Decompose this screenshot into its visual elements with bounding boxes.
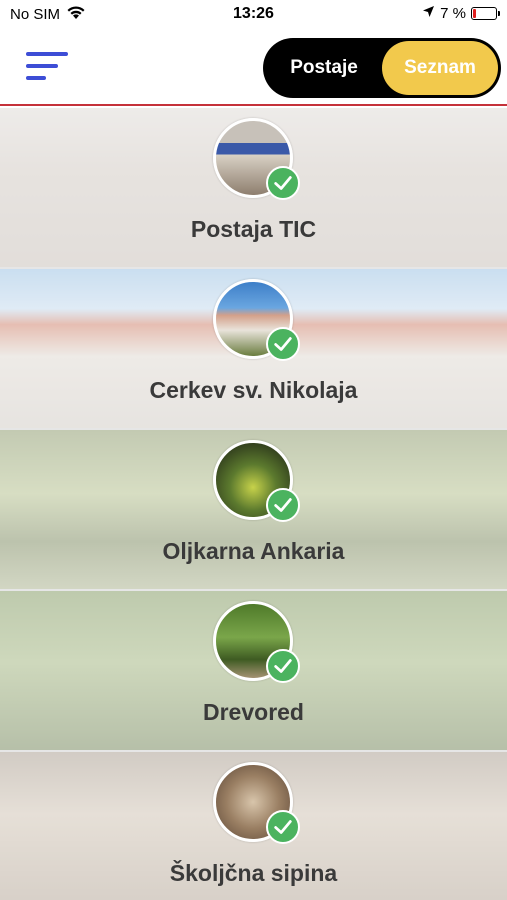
toggle-option-postaje[interactable]: Postaje	[269, 38, 379, 98]
station-name: Postaja TIC	[190, 216, 317, 242]
station-name: Cerkev sv. Nikolaja	[149, 377, 358, 403]
checkmark-icon	[266, 327, 300, 361]
station-name: Oljkarna Ankaria	[162, 538, 345, 564]
status-right: 7 %	[422, 5, 500, 22]
location-arrow-icon	[422, 5, 435, 22]
battery-icon	[471, 7, 500, 20]
checkmark-icon	[266, 166, 300, 200]
view-toggle: Postaje Seznam	[263, 38, 501, 98]
toggle-option-seznam[interactable]: Seznam	[382, 41, 498, 95]
station-name: Drevored	[203, 699, 304, 725]
checkmark-icon	[266, 649, 300, 683]
stations-list: Postaja TIC Cerkev sv. Nikolaja Oljkarna…	[0, 108, 507, 900]
checkmark-icon	[266, 810, 300, 844]
list-item[interactable]: Drevored	[0, 591, 507, 752]
list-item[interactable]: Postaja TIC	[0, 108, 507, 269]
battery-percent: 7 %	[440, 5, 466, 22]
list-item[interactable]: Oljkarna Ankaria	[0, 430, 507, 591]
list-item[interactable]: Školjčna sipina	[0, 752, 507, 900]
station-name: Školjčna sipina	[169, 860, 338, 886]
app-header: Postaje Seznam	[0, 30, 507, 106]
checkmark-icon	[266, 488, 300, 522]
status-bar: No SIM 13:26 7 %	[0, 0, 507, 30]
list-item[interactable]: Cerkev sv. Nikolaja	[0, 269, 507, 430]
hamburger-menu-icon[interactable]	[26, 52, 68, 84]
